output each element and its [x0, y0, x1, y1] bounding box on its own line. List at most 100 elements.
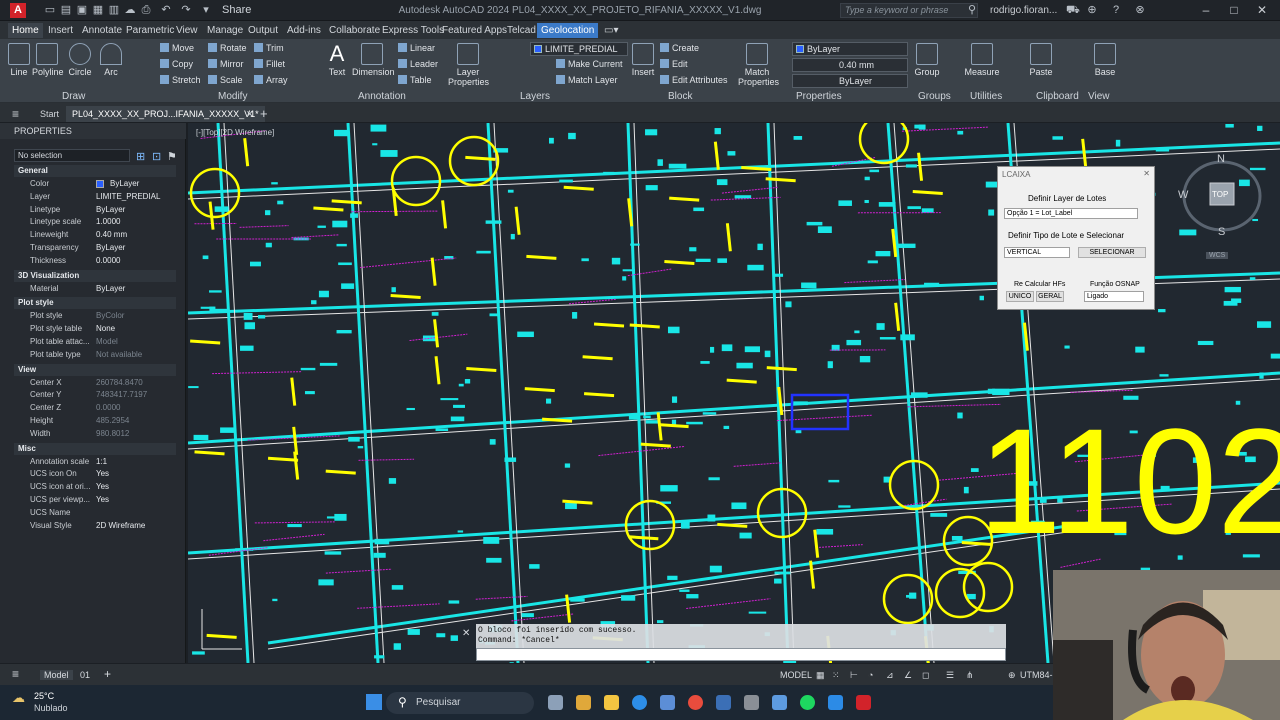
lcaixa-close-icon[interactable]: ✕ — [1143, 169, 1150, 178]
mirror-tool[interactable]: Mirror — [208, 58, 244, 71]
measure-tool[interactable]: Measure — [964, 43, 1000, 77]
help-dropdown-icon[interactable]: ⊗ — [1134, 4, 1146, 16]
tab-manage[interactable]: Manage — [203, 23, 247, 38]
property-row[interactable]: Plot table type Not available — [14, 349, 176, 361]
cloud-icon[interactable]: ☁ — [124, 4, 136, 16]
property-row[interactable]: Material ByLayer — [14, 283, 176, 295]
open-file-icon[interactable]: ▤ — [60, 4, 72, 16]
section-header[interactable]: Misc — [14, 442, 176, 455]
edit-attributes-tool[interactable]: Edit Attributes — [660, 74, 728, 87]
new-tab-icon[interactable]: + — [254, 106, 274, 122]
property-row[interactable]: Center Z 0.0000 — [14, 402, 176, 414]
cart-icon[interactable]: ⛟ — [1066, 4, 1080, 16]
command-close-icon[interactable]: ✕ — [462, 628, 470, 639]
paste-tool[interactable]: Paste — [1026, 43, 1056, 77]
property-row[interactable]: Annotation scale 1:1 — [14, 456, 176, 468]
property-value[interactable]: 1.0000 — [96, 216, 120, 228]
lot-type-select[interactable]: VERTICAL — [1004, 247, 1070, 258]
property-row[interactable]: UCS per viewp... Yes — [14, 494, 176, 506]
rotate-tool[interactable]: Rotate — [208, 42, 247, 55]
layout-menu-icon[interactable]: ≡ — [12, 667, 19, 681]
autocad-taskbar-icon[interactable] — [856, 695, 871, 710]
layer-properties-tool[interactable]: Layer Properties — [448, 43, 489, 87]
property-row[interactable]: Plot style table None — [14, 323, 176, 335]
compass-south[interactable]: S — [1218, 226, 1225, 238]
property-value[interactable]: ByLayer — [96, 204, 125, 216]
clipboard-group-title[interactable]: Clipboard — [1036, 91, 1079, 102]
property-row[interactable]: UCS icon at ori... Yes — [14, 481, 176, 493]
tab-model[interactable]: Model — [40, 670, 73, 680]
web-save-icon[interactable]: ▥ — [108, 4, 120, 16]
geral-button[interactable]: GERAL — [1036, 291, 1064, 302]
tab-home[interactable]: Home — [8, 23, 43, 38]
section-header[interactable]: View — [14, 363, 176, 376]
search-icon[interactable]: ⚲ — [966, 4, 978, 16]
task-view-icon[interactable] — [548, 695, 563, 710]
stretch-tool[interactable]: Stretch — [160, 74, 201, 87]
text-tool[interactable]: A Text — [322, 43, 352, 78]
tab-insert[interactable]: Insert — [44, 23, 77, 38]
modify-group-title[interactable]: Modify — [218, 91, 247, 102]
line-tool[interactable]: Line — [4, 43, 34, 77]
property-value[interactable]: Model — [96, 336, 118, 348]
property-value[interactable]: 7483417.7197 — [96, 389, 147, 401]
property-row[interactable]: Thickness 0.0000 — [14, 255, 176, 267]
lineweight-icon[interactable]: ☰ — [946, 670, 954, 681]
property-value[interactable]: 260784.8470 — [96, 377, 143, 389]
tab-output[interactable]: Output — [244, 23, 282, 38]
linear-tool[interactable]: Linear — [398, 42, 435, 55]
select-objects-icon[interactable]: ⊡ — [152, 150, 161, 163]
make-current-tool[interactable]: Make Current — [556, 58, 623, 71]
color-dropdown[interactable]: ByLayer — [792, 42, 908, 56]
polar-icon[interactable]: ◔ — [868, 670, 873, 680]
property-row[interactable]: Height 485.2954 — [14, 415, 176, 427]
user-account[interactable]: rodrigo.fioran... — [990, 5, 1057, 16]
copilot-icon[interactable] — [576, 695, 591, 710]
base-view-tool[interactable]: Base — [1090, 43, 1120, 77]
property-row[interactable]: Color ByLayer — [14, 178, 176, 190]
insert-block-tool[interactable]: Insert — [628, 43, 658, 77]
save-icon[interactable]: ▣ — [76, 4, 88, 16]
property-value[interactable]: ByLayer — [96, 242, 125, 254]
tab-collaborate[interactable]: Collaborate — [325, 23, 384, 38]
property-value[interactable]: ByLayer — [96, 283, 125, 295]
copy-tool[interactable]: Copy — [160, 58, 193, 71]
tab-start[interactable]: Start — [34, 106, 65, 122]
annotation-visibility-icon[interactable]: ⋔ — [966, 670, 974, 681]
snap-icon[interactable]: ⁙ — [832, 670, 840, 681]
compass-north[interactable]: N — [1217, 153, 1225, 165]
ortho-icon[interactable]: ⊢ — [850, 670, 858, 681]
unico-button[interactable]: UNICO — [1006, 291, 1034, 302]
weather-temp[interactable]: 25°C — [34, 691, 54, 701]
polyline-tool[interactable]: Polyline — [32, 43, 64, 77]
tab-layout-01[interactable]: 01 — [80, 670, 90, 680]
section-header[interactable]: General — [14, 165, 176, 177]
tab-view[interactable]: View — [172, 23, 202, 38]
property-row[interactable]: Layer LIMITE_PREDIAL — [14, 191, 176, 203]
grid-icon[interactable]: ▦ — [816, 670, 825, 681]
new-file-icon[interactable]: ▭ — [44, 4, 56, 16]
help-icon[interactable]: ? — [1110, 4, 1122, 16]
undo-icon[interactable]: ↶ — [160, 4, 172, 16]
save-as-icon[interactable]: ▦ — [92, 4, 104, 16]
layers-group-title[interactable]: Layers — [520, 91, 550, 102]
property-value[interactable]: Not available — [96, 349, 142, 361]
isodraft-icon[interactable]: ⊿ — [886, 670, 894, 681]
property-value[interactable]: 980.8012 — [96, 428, 129, 440]
ribbon-minimize-icon[interactable]: ▭▾ — [600, 23, 622, 38]
property-row[interactable]: Transparency ByLayer — [14, 242, 176, 254]
utilities-group-title[interactable]: Utilities — [970, 91, 1002, 102]
property-row[interactable]: Linetype scale 1.0000 — [14, 216, 176, 228]
groups-group-title[interactable]: Groups — [918, 91, 951, 102]
properties-group-title[interactable]: Properties — [796, 91, 842, 102]
compass-west[interactable]: W — [1178, 189, 1188, 201]
property-value[interactable]: 0.0000 — [96, 255, 120, 267]
property-value[interactable]: 0.0000 — [96, 402, 120, 414]
create-block-tool[interactable]: Create — [660, 42, 699, 55]
model-space-toggle[interactable]: MODEL — [780, 670, 812, 680]
help-search-input[interactable]: Type a keyword or phrase — [840, 3, 978, 18]
property-value[interactable]: None — [96, 323, 115, 335]
property-row[interactable]: Visual Style 2D Wireframe — [14, 520, 176, 532]
move-tool[interactable]: Move — [160, 42, 194, 55]
tab-current-drawing[interactable]: PL04_XXXX_XX_PROJ...IFANIA_XXXXX_V1* — [66, 106, 265, 122]
